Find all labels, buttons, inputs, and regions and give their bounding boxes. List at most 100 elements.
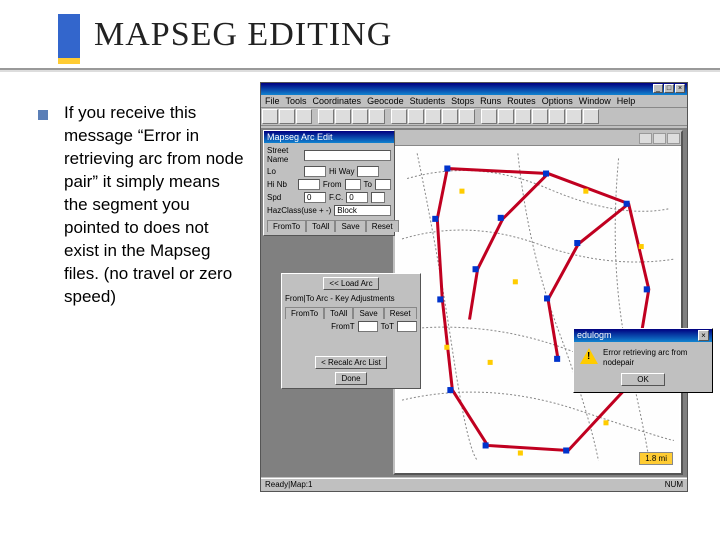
slide-body-text: If you receive this message “Error in re… bbox=[64, 102, 244, 308]
slide-title: MAPSEG EDITING bbox=[94, 16, 392, 54]
statusbar-left: Ready|Map:1 bbox=[265, 480, 312, 490]
spd-label: Spd bbox=[267, 193, 301, 202]
hazard-input[interactable]: Block bbox=[334, 205, 391, 216]
fc-input[interactable]: 0 bbox=[346, 192, 368, 203]
adj-to-input[interactable] bbox=[397, 321, 417, 332]
adj-tab-save[interactable]: Save bbox=[353, 307, 383, 319]
toolbar-button[interactable] bbox=[515, 109, 531, 124]
arc-edit-panel: Mapseg Arc Edit Street Name Lo Hi Way Hi… bbox=[263, 130, 395, 236]
from-label: From bbox=[323, 180, 342, 189]
tab-reset[interactable]: Reset bbox=[366, 220, 399, 232]
map-scale-badge: 1.8 mi bbox=[639, 452, 673, 465]
map-canvas[interactable]: 1.8 mi bbox=[397, 148, 679, 471]
error-dialog-close-icon[interactable]: × bbox=[698, 330, 709, 341]
mdi-workspace: 1.8 mi Mapseg Arc Edit Street Name Lo Hi… bbox=[261, 128, 687, 477]
menu-item[interactable]: File bbox=[265, 96, 280, 106]
hazard-label: HazClass(use + -) bbox=[267, 206, 331, 215]
statusbar: Ready|Map:1 NUM bbox=[261, 478, 687, 491]
toolbar-separator bbox=[313, 109, 317, 124]
menu-item[interactable]: Options bbox=[542, 96, 573, 106]
from-input[interactable] bbox=[345, 179, 361, 190]
app-titlebar: _ □ × bbox=[261, 83, 687, 95]
menu-item[interactable]: Routes bbox=[507, 96, 536, 106]
tab-toall[interactable]: ToAll bbox=[306, 220, 335, 232]
toolbar-button[interactable] bbox=[335, 109, 351, 124]
toolbar-button[interactable] bbox=[279, 109, 295, 124]
toolbar-button[interactable] bbox=[369, 109, 385, 124]
warning-icon bbox=[580, 348, 598, 364]
toolbar-button[interactable] bbox=[352, 109, 368, 124]
error-dialog: edulogm × Error retrieving arc from node… bbox=[573, 328, 713, 393]
menu-item[interactable]: Stops bbox=[451, 96, 474, 106]
adj-tab-fromto[interactable]: FromTo bbox=[285, 307, 324, 319]
toolbar-separator bbox=[476, 109, 480, 124]
toolbar-button[interactable] bbox=[391, 109, 407, 124]
menu-item[interactable]: Runs bbox=[480, 96, 501, 106]
toolbar-button[interactable] bbox=[532, 109, 548, 124]
street-label: Street Name bbox=[267, 146, 301, 164]
street-input[interactable] bbox=[304, 150, 391, 161]
arc-panel-title: Mapseg Arc Edit bbox=[264, 131, 394, 143]
hiway-input[interactable] bbox=[357, 166, 379, 177]
hinb-input[interactable] bbox=[298, 179, 320, 190]
slide-accent-bar bbox=[58, 14, 80, 64]
bullet-icon bbox=[38, 110, 48, 120]
minimize-button[interactable]: _ bbox=[653, 84, 663, 93]
toolbar-button[interactable] bbox=[296, 109, 312, 124]
load-arc-button[interactable]: << Load Arc bbox=[323, 277, 378, 290]
toolbar-button[interactable] bbox=[566, 109, 582, 124]
toolbar-button[interactable] bbox=[425, 109, 441, 124]
adj-to-label: ToT bbox=[381, 322, 394, 331]
lo-input[interactable] bbox=[304, 166, 326, 177]
error-ok-button[interactable]: OK bbox=[621, 373, 665, 386]
dir-input[interactable] bbox=[371, 192, 385, 203]
statusbar-right: NUM bbox=[665, 480, 683, 490]
toolbar-button[interactable] bbox=[408, 109, 424, 124]
close-button[interactable]: × bbox=[675, 84, 685, 93]
toolbar-button[interactable] bbox=[442, 109, 458, 124]
toolbar-button[interactable] bbox=[481, 109, 497, 124]
adj-tab-toall[interactable]: ToAll bbox=[324, 307, 353, 319]
menu-item[interactable]: Coordinates bbox=[313, 96, 362, 106]
menubar: File Tools Coordinates Geocode Students … bbox=[261, 95, 687, 108]
maximize-button[interactable]: □ bbox=[664, 84, 674, 93]
app-window: _ □ × File Tools Coordinates Geocode Stu… bbox=[260, 82, 688, 492]
adj-from-input[interactable] bbox=[358, 321, 378, 332]
toolbar-button[interactable] bbox=[262, 109, 278, 124]
done-button[interactable]: Done bbox=[335, 372, 366, 385]
error-dialog-title: edulogm bbox=[577, 330, 612, 341]
map-tool[interactable] bbox=[667, 133, 680, 144]
toolbar-button[interactable] bbox=[583, 109, 599, 124]
hinb-label: Hi Nb bbox=[267, 180, 295, 189]
recalc-button[interactable]: < Recalc Arc List bbox=[315, 356, 387, 369]
toolbar-separator bbox=[386, 109, 390, 124]
map-tool[interactable] bbox=[639, 133, 652, 144]
error-message: Error retrieving arc from nodepair bbox=[603, 348, 706, 367]
tab-save[interactable]: Save bbox=[335, 220, 365, 232]
map-toolbar bbox=[395, 132, 681, 146]
lo-label: Lo bbox=[267, 167, 301, 176]
toolbar-button[interactable] bbox=[459, 109, 475, 124]
toolbar bbox=[261, 108, 687, 126]
toolbar-button[interactable] bbox=[498, 109, 514, 124]
fc-label: F.C. bbox=[329, 193, 343, 202]
adjust-group-title: From|To Arc - Key Adjustments bbox=[285, 294, 417, 303]
slide-divider bbox=[0, 68, 720, 70]
menu-item[interactable]: Students bbox=[410, 96, 446, 106]
map-tool[interactable] bbox=[653, 133, 666, 144]
adjust-panel: << Load Arc From|To Arc - Key Adjustment… bbox=[281, 273, 421, 389]
menu-item[interactable]: Window bbox=[579, 96, 611, 106]
menu-item[interactable]: Help bbox=[617, 96, 636, 106]
adj-from-label: FromT bbox=[331, 322, 355, 331]
to-input[interactable] bbox=[375, 179, 391, 190]
adj-tab-reset[interactable]: Reset bbox=[384, 307, 417, 319]
hiway-label: Hi Way bbox=[329, 167, 354, 176]
map-window: 1.8 mi bbox=[393, 130, 683, 475]
toolbar-button[interactable] bbox=[318, 109, 334, 124]
spd-input[interactable]: 0 bbox=[304, 192, 326, 203]
menu-item[interactable]: Tools bbox=[286, 96, 307, 106]
tab-fromto[interactable]: FromTo bbox=[267, 220, 306, 232]
toolbar-button[interactable] bbox=[549, 109, 565, 124]
menu-item[interactable]: Geocode bbox=[367, 96, 404, 106]
to-label: To bbox=[364, 180, 372, 189]
